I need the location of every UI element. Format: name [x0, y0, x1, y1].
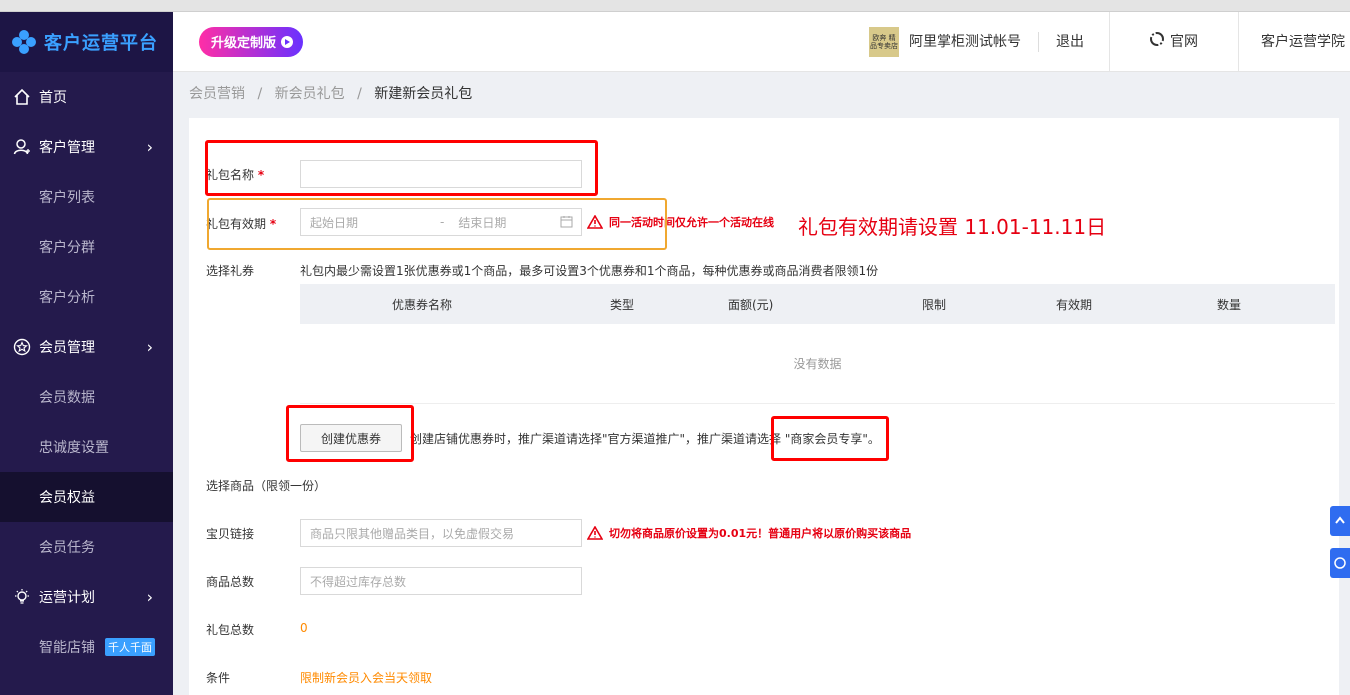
- sidebar-item-label: 客户分群: [39, 240, 95, 256]
- highlight-create-coupon: [286, 405, 414, 462]
- sidebar-item-label: 会员管理: [39, 340, 95, 356]
- help-button[interactable]: [1330, 548, 1350, 578]
- back-to-top-button[interactable]: [1330, 506, 1350, 536]
- column-quantity: 数量: [1217, 298, 1242, 312]
- breadcrumb-item-member-marketing[interactable]: 会员营销: [189, 86, 245, 102]
- smart-store-tag: 千人千面: [105, 638, 155, 656]
- sidebar-item-label: 客户列表: [39, 190, 95, 206]
- sidebar-item-loyalty-settings[interactable]: 忠诚度设置: [0, 422, 173, 472]
- brand-title: 客户运营平台: [44, 33, 158, 54]
- user-icon: [12, 137, 32, 157]
- sidebar-item-member-data[interactable]: 会员数据: [0, 372, 173, 422]
- star-icon: [12, 337, 32, 357]
- sidebar-item-label: 智能店铺: [39, 640, 95, 656]
- sidebar-item-label: 忠诚度设置: [39, 440, 109, 456]
- sidebar-item-customer-list[interactable]: 客户列表: [0, 172, 173, 222]
- header-right: 欧奔 精品专卖店 阿里掌柜测试帐号 退出 官网 客户运营学院: [869, 12, 1350, 72]
- breadcrumb-item-new-member-package[interactable]: 新会员礼包: [275, 86, 345, 102]
- sidebar-item-label: 会员数据: [39, 390, 95, 406]
- sidebar-item-home[interactable]: 首页: [0, 72, 173, 122]
- package-total-value: 0: [300, 621, 308, 635]
- goods-total-label: 商品总数: [206, 575, 255, 589]
- sidebar-item-label: 会员权益: [39, 490, 95, 506]
- item-link-label: 宝贝链接: [206, 527, 255, 541]
- shop-logo: 欧奔 精品专卖店: [869, 27, 899, 57]
- sidebar-item-label: 客户管理: [39, 140, 95, 156]
- breadcrumb-separator: /: [257, 86, 263, 102]
- coupon-table-empty: 没有数据: [300, 324, 1335, 404]
- sidebar-item-label: 客户分析: [39, 290, 95, 306]
- item-link-input[interactable]: 商品只限其他赠品类目，以免虚假交易: [300, 519, 582, 547]
- condition-label: 条件: [206, 671, 231, 685]
- coupon-label: 选择礼券: [206, 264, 255, 278]
- sidebar-item-customer-groups[interactable]: 客户分群: [0, 222, 173, 272]
- home-icon: [12, 87, 32, 107]
- warning-icon: [587, 526, 603, 540]
- item-link-placeholder: 商品只限其他赠品类目，以免虚假交易: [310, 526, 515, 541]
- sidebar: 客户运营平台 首页 客户管理 › 客户列表 客户分群 客户分析 会员管理 › 会…: [0, 12, 173, 695]
- play-icon: [281, 35, 294, 48]
- coupon-table-header: 优惠券名称 类型 面额(元) 限制 有效期 数量: [300, 284, 1335, 324]
- account-name[interactable]: 阿里掌柜测试帐号: [909, 32, 1039, 52]
- condition-value: 限制新会员入会当天领取: [300, 671, 433, 685]
- breadcrumb: 会员营销 / 新会员礼包 / 新建新会员礼包: [189, 83, 472, 103]
- column-type: 类型: [610, 298, 635, 312]
- sidebar-item-label: 会员任务: [39, 540, 95, 556]
- column-validity: 有效期: [1056, 298, 1093, 312]
- breadcrumb-current: 新建新会员礼包: [374, 86, 473, 102]
- package-total-label: 礼包总数: [206, 623, 255, 637]
- sidebar-item-operation-plan[interactable]: 运营计划 ›: [0, 572, 173, 622]
- goods-total-placeholder: 不得超过库存总数: [310, 574, 407, 589]
- upgrade-label: 升级定制版: [211, 36, 277, 51]
- goods-total-input[interactable]: 不得超过库存总数: [300, 567, 582, 595]
- highlight-member-exclusive: [771, 416, 889, 461]
- logout-link[interactable]: 退出: [1039, 12, 1110, 72]
- sidebar-item-label: 运营计划: [39, 590, 95, 606]
- sidebar-item-label: 首页: [39, 90, 67, 106]
- official-site-label: 官网: [1170, 34, 1198, 50]
- sidebar-item-smart-store[interactable]: 智能店铺 千人千面: [0, 622, 173, 672]
- coupon-rule-text: 礼包内最少需设置1张优惠券或1个商品，最多可设置3个优惠券和1个商品，每种优惠券…: [300, 264, 879, 278]
- official-site-link[interactable]: 官网: [1110, 12, 1239, 72]
- column-amount: 面额(元): [728, 298, 774, 312]
- sidebar-item-member-tasks[interactable]: 会员任务: [0, 522, 173, 572]
- item-warning: 切勿将商品原价设置为0.01元！普通用户将以原价购买该商品: [587, 525, 911, 541]
- validity-annotation: 礼包有效期请设置 11.01-11.11日: [798, 215, 1107, 239]
- sidebar-item-member-benefits[interactable]: 会员权益: [0, 472, 173, 522]
- top-header: 升级定制版 欧奔 精品专卖店 阿里掌柜测试帐号 退出 官网 客户运营学院: [173, 12, 1350, 72]
- highlight-package-name: [205, 140, 598, 196]
- column-coupon-name: 优惠券名称: [392, 298, 453, 312]
- browser-strip: [0, 0, 1350, 12]
- chevron-right-icon: ›: [146, 137, 153, 157]
- chevron-right-icon: ›: [146, 587, 153, 607]
- upgrade-button[interactable]: 升级定制版: [199, 26, 304, 57]
- chevron-right-icon: ›: [146, 337, 153, 357]
- highlight-validity: [207, 198, 667, 250]
- academy-link[interactable]: 客户运营学院: [1239, 12, 1350, 72]
- sidebar-item-customer-analysis[interactable]: 客户分析: [0, 272, 173, 322]
- sidebar-item-member-management[interactable]: 会员管理 ›: [0, 322, 173, 372]
- column-limit: 限制: [922, 298, 947, 312]
- official-site-icon: [1150, 12, 1164, 72]
- bulb-icon: [12, 587, 32, 607]
- sidebar-item-customer-management[interactable]: 客户管理 ›: [0, 122, 173, 172]
- brand[interactable]: 客户运营平台: [0, 12, 173, 72]
- platform-logo-icon: [12, 30, 36, 54]
- breadcrumb-separator: /: [357, 86, 362, 102]
- goods-label: 选择商品（限领一份）: [206, 479, 327, 493]
